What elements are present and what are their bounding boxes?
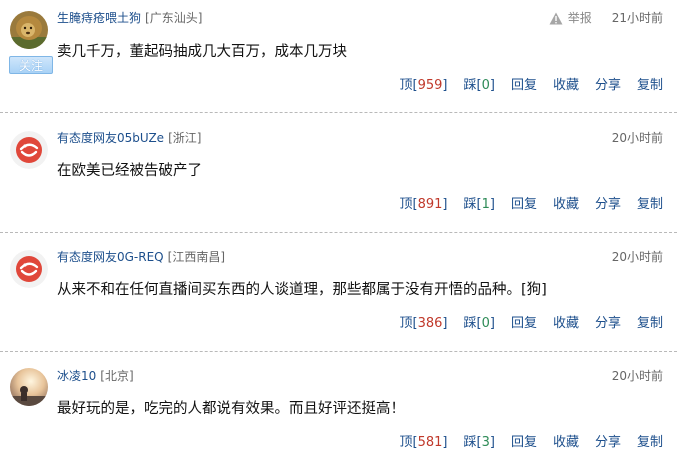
user-location: [广东汕头] — [145, 11, 203, 25]
comment-divider — [0, 232, 677, 233]
comment-content: 从来不和在任何直播间买东西的人谈道理，那些都属于没有开悟的品种。[狗] — [57, 282, 547, 298]
avatar[interactable] — [10, 11, 48, 49]
user-line: 生腌痔疮喂土狗 [广东汕头] — [57, 11, 202, 25]
comment-content: 卖几千万，董起码抽成几大百万，成本几万块 — [57, 44, 347, 60]
username[interactable]: 有态度网友0G-REQ — [57, 250, 164, 264]
reply-button[interactable]: 回复 — [511, 316, 537, 332]
upvote-label: 顶 — [399, 435, 413, 450]
favorite-button[interactable]: 收藏 — [553, 435, 579, 451]
lion-avatar-icon — [10, 11, 48, 49]
sunset-photo-avatar-icon — [10, 368, 48, 406]
reply-button[interactable]: 回复 — [511, 78, 537, 94]
avatar[interactable] — [10, 131, 48, 169]
downvote-label: 踩 — [463, 197, 477, 212]
copy-button[interactable]: 复制 — [637, 197, 663, 213]
upvote-count: 581 — [417, 435, 443, 450]
downvote-count: 1 — [481, 197, 490, 212]
favorite-button[interactable]: 收藏 — [553, 78, 579, 94]
comment-divider — [0, 351, 677, 352]
comment-time: 21小时前 — [611, 11, 663, 25]
favorite-button[interactable]: 收藏 — [553, 197, 579, 213]
downvote-button[interactable]: 踩[0] — [463, 78, 494, 94]
comment-divider — [0, 112, 677, 113]
upvote-count: 959 — [417, 78, 443, 93]
comment-actions: 顶[386] 踩[0] 回复 收藏 分享 复制 — [383, 316, 663, 332]
user-line: 有态度网友05bUZe [浙江] — [57, 131, 201, 145]
comment-actions: 顶[959] 踩[0] 回复 收藏 分享 复制 — [383, 78, 663, 94]
comment-item: 有态度网友05bUZe [浙江] 20小时前 在欧美已经被告破产了 顶[891] … — [0, 119, 677, 237]
report-label: 举报 — [567, 11, 592, 25]
upvote-button[interactable]: 顶[959] — [399, 78, 447, 94]
upvote-label: 顶 — [399, 197, 413, 212]
share-button[interactable]: 分享 — [595, 197, 621, 213]
share-button[interactable]: 分享 — [595, 435, 621, 451]
downvote-count: 0 — [481, 78, 490, 93]
user-line: 有态度网友0G-REQ [江西南昌] — [57, 250, 225, 264]
comment-actions: 顶[891] 踩[1] 回复 收藏 分享 复制 — [383, 197, 663, 213]
comment-meta: 举报 21小时前 — [549, 11, 663, 25]
username[interactable]: 生腌痔疮喂土狗 — [57, 11, 141, 25]
share-button[interactable]: 分享 — [595, 316, 621, 332]
warning-icon — [549, 12, 563, 24]
downvote-label: 踩 — [463, 435, 477, 450]
downvote-label: 踩 — [463, 78, 477, 93]
comment-item: 有态度网友0G-REQ [江西南昌] 20小时前 从来不和在任何直播间买东西的人谈… — [0, 238, 677, 356]
upvote-count: 891 — [417, 197, 443, 212]
downvote-button[interactable]: 踩[0] — [463, 316, 494, 332]
copy-button[interactable]: 复制 — [637, 316, 663, 332]
comment-meta: 20小时前 — [612, 250, 663, 264]
reply-button[interactable]: 回复 — [511, 435, 537, 451]
report-button[interactable]: 举报 — [549, 11, 592, 25]
upvote-button[interactable]: 顶[891] — [399, 197, 447, 213]
avatar[interactable] — [10, 250, 48, 288]
downvote-label: 踩 — [463, 316, 477, 331]
comment-meta: 20小时前 — [612, 131, 663, 145]
upvote-count: 386 — [417, 316, 443, 331]
comment-time: 20小时前 — [611, 131, 663, 145]
comment-actions: 顶[581] 踩[3] 回复 收藏 分享 复制 — [383, 435, 663, 451]
comment-content: 在欧美已经被告破产了 — [57, 163, 202, 179]
upvote-label: 顶 — [399, 78, 413, 93]
downvote-button[interactable]: 踩[1] — [463, 197, 494, 213]
user-location: [浙江] — [168, 131, 202, 145]
netease-default-avatar-icon — [10, 250, 48, 288]
downvote-button[interactable]: 踩[3] — [463, 435, 494, 451]
copy-button[interactable]: 复制 — [637, 435, 663, 451]
upvote-button[interactable]: 顶[386] — [399, 316, 447, 332]
downvote-count: 3 — [481, 435, 490, 450]
share-button[interactable]: 分享 — [595, 78, 621, 94]
reply-button[interactable]: 回复 — [511, 197, 537, 213]
upvote-label: 顶 — [399, 316, 413, 331]
comment-item: 关注 生腌痔疮喂土狗 [广东汕头] 举报 21小时前 卖几千万，董起码抽成几大百万… — [0, 0, 677, 118]
comment-meta: 20小时前 — [612, 369, 663, 383]
downvote-count: 0 — [481, 316, 490, 331]
netease-default-avatar-icon — [10, 131, 48, 169]
comment-content: 最好玩的是，吃完的人都说有效果。而且好评还挺高！ — [57, 401, 405, 417]
upvote-button[interactable]: 顶[581] — [399, 435, 447, 451]
favorite-button[interactable]: 收藏 — [553, 316, 579, 332]
avatar[interactable] — [10, 368, 48, 406]
user-location: [北京] — [100, 369, 134, 383]
comment-time: 20小时前 — [611, 369, 663, 383]
comment-time: 20小时前 — [611, 250, 663, 264]
username[interactable]: 冰凌10 — [57, 369, 96, 383]
user-line: 冰凌10 [北京] — [57, 369, 134, 383]
follow-button[interactable]: 关注 — [9, 56, 53, 74]
comment-item: 冰凌10 [北京] 20小时前 最好玩的是，吃完的人都说有效果。而且好评还挺高！ … — [0, 357, 677, 475]
username[interactable]: 有态度网友05bUZe — [57, 131, 164, 145]
user-location: [江西南昌] — [167, 250, 226, 264]
copy-button[interactable]: 复制 — [637, 78, 663, 94]
